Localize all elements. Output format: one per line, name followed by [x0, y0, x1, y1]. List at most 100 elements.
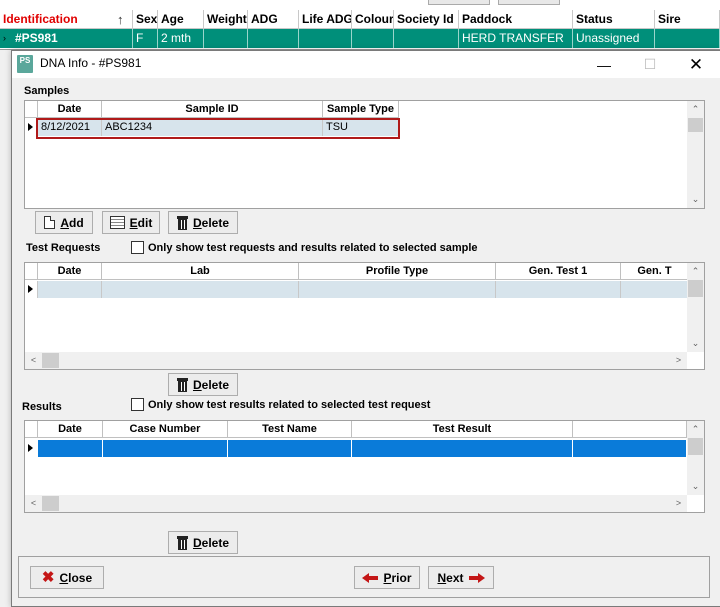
test-requests-horizontal-scrollbar[interactable]: < > — [25, 352, 687, 369]
delete-result-label: Delete — [192, 535, 230, 550]
current-row-icon — [28, 123, 33, 131]
column-header-sex[interactable]: Sex — [133, 10, 158, 29]
test-requests-row[interactable] — [25, 281, 689, 298]
scroll-left-icon[interactable]: < — [26, 498, 41, 508]
column-header-sire[interactable]: Sire — [655, 10, 720, 29]
next-button[interactable]: Next — [428, 566, 494, 589]
scroll-thumb[interactable] — [688, 280, 703, 297]
test-request-cell — [299, 281, 496, 298]
results-horizontal-scrollbar[interactable]: < > — [25, 495, 687, 512]
scroll-thumb[interactable] — [688, 438, 703, 455]
column-header-weight[interactable]: Weight — [204, 10, 248, 29]
minimize-button[interactable]: — — [581, 51, 627, 78]
current-row-icon — [28, 444, 33, 452]
delete-result-button[interactable]: Delete — [168, 531, 238, 554]
column-header-adg[interactable]: ADG — [248, 10, 299, 29]
grid-header-gutter — [25, 101, 38, 118]
results-grid-header: Date Case Number Test Name Test Result — [25, 421, 687, 438]
results-col-date[interactable]: Date — [38, 421, 103, 438]
prior-button[interactable]: Prior — [354, 566, 420, 589]
add-sample-button[interactable]: Add — [35, 211, 93, 234]
column-header-colour[interactable]: Colour — [352, 10, 394, 29]
delete-test-request-button[interactable]: Delete — [168, 373, 238, 396]
cell-age: 2 mth — [158, 29, 204, 48]
maximize-button[interactable]: ☐ — [627, 51, 673, 78]
results-vertical-scrollbar[interactable]: ⌃ ⌄ — [687, 421, 704, 495]
test-requests-col-date[interactable]: Date — [38, 263, 102, 280]
trash-icon — [176, 215, 188, 230]
dna-info-window: PS DNA Info - #PS981 — ☐ ✕ Samples Date … — [11, 50, 720, 607]
background-toolbar-button[interactable] — [498, 0, 560, 5]
test-requests-grid[interactable]: Date Lab Profile Type Gen. Test 1 Gen. T… — [24, 262, 705, 370]
column-header-paddock[interactable]: Paddock — [459, 10, 573, 29]
scroll-right-icon[interactable]: > — [671, 355, 686, 365]
scroll-down-icon[interactable]: ⌄ — [688, 481, 703, 491]
row-gutter — [25, 440, 38, 457]
column-header-life-adg[interactable]: Life ADG — [299, 10, 352, 29]
edit-sample-label: Edit — [129, 215, 153, 230]
results-grid[interactable]: Date Case Number Test Name Test Result ⌃… — [24, 420, 705, 513]
test-requests-filter-checkbox[interactable] — [131, 241, 144, 254]
results-filter-checkbox[interactable] — [131, 398, 144, 411]
test-requests-col-gen-test-1[interactable]: Gen. Test 1 — [496, 263, 621, 280]
results-section-label: Results — [22, 401, 62, 413]
delete-sample-label: Delete — [192, 215, 230, 230]
background-toolbar-button[interactable] — [428, 0, 490, 5]
close-button[interactable]: ✖ Close — [30, 566, 104, 589]
column-header-status[interactable]: Status — [573, 10, 655, 29]
delete-sample-button[interactable]: Delete — [168, 211, 238, 234]
samples-col-date[interactable]: Date — [38, 101, 102, 118]
results-filter[interactable]: Only show test results related to select… — [131, 398, 430, 411]
scroll-up-icon[interactable]: ⌃ — [688, 266, 703, 276]
test-requests-filter-label: Only show test requests and results rela… — [148, 241, 478, 254]
test-requests-filter[interactable]: Only show test requests and results rela… — [131, 241, 478, 254]
results-col-case-number[interactable]: Case Number — [103, 421, 228, 438]
trash-icon — [176, 377, 188, 392]
arrow-left-icon — [362, 572, 379, 583]
samples-vertical-scrollbar[interactable]: ⌃ ⌄ — [687, 101, 704, 208]
test-requests-col-profile-type[interactable]: Profile Type — [299, 263, 496, 280]
column-header-age[interactable]: Age — [158, 10, 204, 29]
column-header-society-id[interactable]: Society Id — [394, 10, 459, 29]
add-sample-label: Add — [60, 215, 84, 230]
samples-grid-header: Date Sample ID Sample Type — [25, 101, 399, 118]
cell-paddock: HERD TRANSFER — [459, 29, 573, 48]
close-label: Close — [59, 570, 93, 585]
samples-grid[interactable]: Date Sample ID Sample Type 8/12/2021 ABC… — [24, 100, 705, 209]
scroll-up-icon[interactable]: ⌃ — [688, 424, 703, 434]
test-requests-vertical-scrollbar[interactable]: ⌃ ⌄ — [687, 263, 704, 352]
scroll-thumb[interactable] — [688, 118, 703, 132]
results-row[interactable] — [25, 440, 687, 457]
cell-weight — [204, 29, 248, 48]
window-close-button[interactable]: ✕ — [673, 51, 719, 78]
result-cell — [38, 440, 103, 457]
samples-col-sample-type[interactable]: Sample Type — [323, 101, 399, 118]
scroll-thumb[interactable] — [42, 353, 59, 368]
edit-sample-button[interactable]: Edit — [102, 211, 160, 234]
scroll-thumb[interactable] — [42, 496, 59, 511]
scroll-down-icon[interactable]: ⌄ — [688, 194, 703, 204]
samples-col-sample-id[interactable]: Sample ID — [102, 101, 323, 118]
column-header-identification[interactable]: Identification — [0, 10, 133, 29]
window-titlebar[interactable]: PS DNA Info - #PS981 — ☐ ✕ — [12, 51, 720, 78]
result-cell — [573, 440, 687, 457]
cell-adg — [248, 29, 299, 48]
cell-sex: F — [133, 29, 158, 48]
scroll-down-icon[interactable]: ⌄ — [688, 338, 703, 348]
scroll-up-icon[interactable]: ⌃ — [688, 104, 703, 114]
scroll-left-icon[interactable]: < — [26, 355, 41, 365]
test-request-cell — [621, 281, 689, 298]
test-requests-col-lab[interactable]: Lab — [102, 263, 299, 280]
sample-type-cell: TSU — [323, 119, 399, 136]
results-col-test-result[interactable]: Test Result — [352, 421, 573, 438]
app-logo-icon: PS — [17, 55, 33, 73]
background-grid-selected-row[interactable]: #PS981 F 2 mth HERD TRANSFER Unassigned — [0, 29, 720, 48]
results-col-test-name[interactable]: Test Name — [228, 421, 352, 438]
test-requests-col-gen-test-2[interactable]: Gen. T — [621, 263, 689, 280]
scroll-right-icon[interactable]: > — [671, 498, 686, 508]
test-requests-section-label: Test Requests — [26, 242, 101, 254]
row-indicator-icon: › — [3, 33, 6, 43]
results-col-extra[interactable] — [573, 421, 687, 438]
sample-date-cell: 8/12/2021 — [38, 119, 102, 136]
samples-row[interactable]: 8/12/2021 ABC1234 TSU — [25, 119, 399, 136]
